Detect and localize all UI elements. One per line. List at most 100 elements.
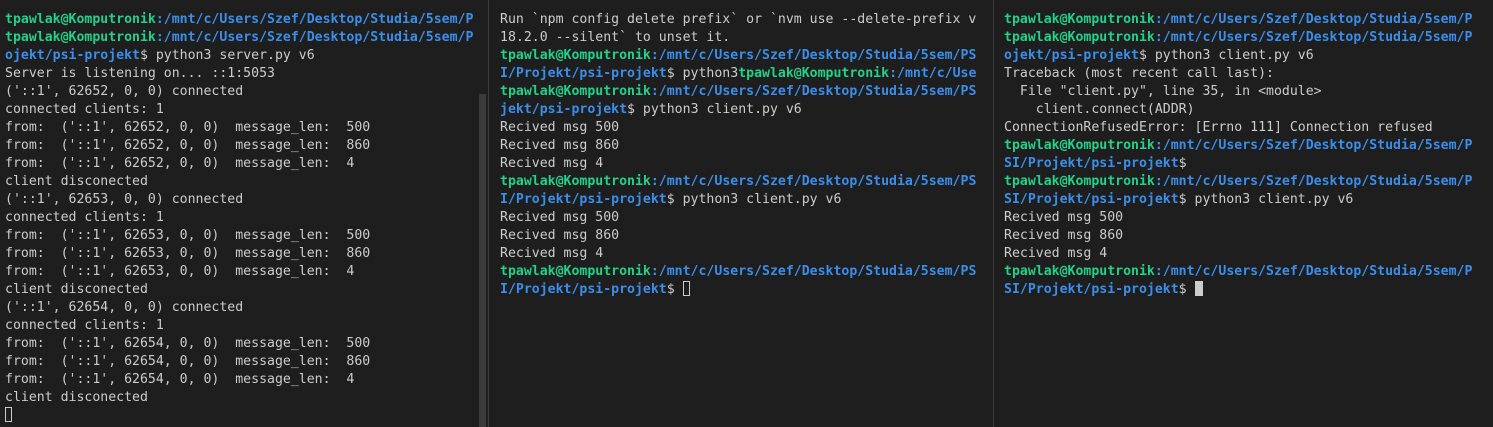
- line-text: Recived msg 4: [500, 246, 604, 261]
- prompt-user: tpawlak@Komputronik: [738, 66, 890, 81]
- line-text: ('::1', 62653, 0, 0) connected: [5, 192, 244, 207]
- text-cursor: [1194, 281, 1203, 296]
- terminal-line: Traceback (most recent call last):: [1004, 65, 1493, 83]
- line-text: Recived msg 4: [500, 156, 604, 171]
- prompt-path: :/mnt/c/Users/Szef/Desktop/Studia/5sem/P…: [650, 264, 977, 279]
- prompt-path: SI/Projekt/psi-projekt: [1004, 156, 1179, 171]
- line-text: $ python3 client.py v6: [627, 102, 802, 117]
- terminal-line: from: ('::1', 62654, 0, 0) message_len: …: [5, 353, 488, 371]
- prompt-path: :/mnt/c/Users/Szef/Desktop/Studia/5sem/P…: [650, 84, 977, 99]
- terminal-line: SI/Projekt/psi-projekt$ python3 client.p…: [1004, 191, 1493, 209]
- line-text: Recived msg 860: [500, 228, 620, 243]
- terminal-line: tpawlak@Komputronik:/mnt/c/Users/Szef/De…: [500, 173, 993, 191]
- line-text: Recived msg 860: [500, 138, 620, 153]
- terminal-line: tpawlak@Komputronik:/mnt/c/Users/Szef/De…: [1004, 173, 1493, 191]
- terminal-line: client.connect(ADDR): [1004, 101, 1493, 119]
- prompt-user: tpawlak@Komputronik: [1004, 12, 1155, 27]
- line-text: Recived msg 500: [500, 210, 620, 225]
- prompt-user: tpawlak@Komputronik: [500, 264, 651, 279]
- terminal-line: [5, 407, 488, 425]
- terminal-split-view: tpawlak@Komputronik:/mnt/c/Users/Szef/De…: [0, 0, 1493, 427]
- terminal-line: from: ('::1', 62654, 0, 0) message_len: …: [5, 371, 488, 389]
- terminal-line: Recived msg 500: [500, 209, 993, 227]
- line-text: connected clients: 1: [5, 318, 164, 333]
- terminal-pane-client-1[interactable]: Run `npm config delete prefix` or `nvm u…: [488, 0, 994, 427]
- terminal-line: connected clients: 1: [5, 317, 488, 335]
- terminal-line: Recived msg 500: [1004, 209, 1493, 227]
- scrollbar[interactable]: [479, 94, 486, 427]
- line-text: client.connect(ADDR): [1004, 102, 1195, 117]
- prompt-path: :/mnt/c/Users/Szef/Desktop/Studia/5sem/P: [1154, 264, 1473, 279]
- line-text: File "client.py", line 35, in <module>: [1004, 84, 1322, 99]
- prompt-path: :/mnt/c/Users/Szef/Desktop/Studia/5sem/P: [1154, 30, 1473, 45]
- line-text: $: [1178, 282, 1195, 297]
- terminal-line: tpawlak@Komputronik:/mnt/c/Users/Szef/De…: [5, 29, 488, 47]
- prompt-user: tpawlak@Komputronik: [500, 174, 651, 189]
- terminal-line: client disconected: [5, 173, 488, 191]
- terminal-line: ('::1', 62652, 0, 0) connected: [5, 83, 488, 101]
- line-text: client disconected: [5, 174, 148, 189]
- terminal-line: ('::1', 62653, 0, 0) connected: [5, 191, 488, 209]
- prompt-path: I/Projekt/psi-projekt: [500, 192, 667, 207]
- terminal-line: ('::1', 62654, 0, 0) connected: [5, 299, 488, 317]
- terminal-line: tpawlak@Komputronik:/mnt/c/Users/Szef/De…: [1004, 137, 1493, 155]
- line-text: $ python3: [666, 66, 739, 81]
- line-text: 18.2.0 --silent` to unset it.: [500, 30, 731, 45]
- line-text: Recived msg 4: [1004, 246, 1108, 261]
- terminal-line: tpawlak@Komputronik:/mnt/c/Users/Szef/De…: [1004, 29, 1493, 47]
- terminal-pane-client-2[interactable]: tpawlak@Komputronik:/mnt/c/Users/Szef/De…: [994, 0, 1493, 427]
- terminal-pane-server[interactable]: tpawlak@Komputronik:/mnt/c/Users/Szef/De…: [0, 0, 488, 427]
- line-text: client disconected: [5, 390, 148, 405]
- terminal-line: from: ('::1', 62653, 0, 0) message_len: …: [5, 263, 488, 281]
- prompt-path: I/Projekt/psi-projekt: [500, 66, 667, 81]
- line-text: client disconected: [5, 282, 148, 297]
- line-text: Run `npm config delete prefix` or `nvm u…: [500, 12, 977, 27]
- line-text: ('::1', 62652, 0, 0) connected: [5, 84, 244, 99]
- prompt-path: :/mnt/c/Users/Szef/Desktop/Studia/5sem/P…: [650, 48, 977, 63]
- terminal-line: Recived msg 860: [500, 137, 993, 155]
- prompt-path: SI/Projekt/psi-projekt: [1004, 282, 1179, 297]
- text-cursor: [5, 407, 12, 422]
- line-text: from: ('::1', 62654, 0, 0) message_len: …: [5, 354, 371, 369]
- line-text: Recived msg 500: [500, 120, 620, 135]
- line-text: $ python3 server.py v6: [139, 48, 315, 63]
- terminal-line: I/Projekt/psi-projekt$ python3 client.py…: [500, 191, 993, 209]
- prompt-path: :/mnt/c/Users/Szef/Desktop/Studia/5sem/P: [1154, 12, 1473, 27]
- line-text: $ python3 client.py v6: [1178, 192, 1354, 207]
- prompt-path: :/mnt/c/Users/Szef/Desktop/Studia/5sem/P…: [650, 174, 977, 189]
- terminal-line: SI/Projekt/psi-projekt$: [1004, 155, 1493, 173]
- terminal-line: tpawlak@Komputronik:/mnt/c/Users/Szef/De…: [500, 47, 993, 65]
- line-text: $ python3 client.py v6: [666, 192, 842, 207]
- line-text: Recived msg 500: [1004, 210, 1124, 225]
- terminal-line: client disconected: [5, 281, 488, 299]
- prompt-user: tpawlak@Komputronik: [5, 30, 156, 45]
- terminal-line: from: ('::1', 62652, 0, 0) message_len: …: [5, 155, 488, 173]
- line-text: from: ('::1', 62653, 0, 0) message_len: …: [5, 246, 371, 261]
- terminal-line: tpawlak@Komputronik:/mnt/c/Users/Szef/De…: [500, 83, 993, 101]
- prompt-user: tpawlak@Komputronik: [5, 12, 156, 27]
- terminal-line: connected clients: 1: [5, 209, 488, 227]
- line-text: from: ('::1', 62653, 0, 0) message_len: …: [5, 264, 355, 279]
- prompt-path: :/mnt/c/Users/Szef/Desktop/Studia/5sem/P: [1154, 174, 1473, 189]
- line-text: ('::1', 62654, 0, 0) connected: [5, 300, 244, 315]
- terminal-line: tpawlak@Komputronik:/mnt/c/Users/Szef/De…: [5, 11, 488, 29]
- prompt-path: ojekt/psi-projekt: [1004, 48, 1139, 63]
- line-text: Server is listening on... ::1:5053: [5, 66, 275, 81]
- prompt-path: :/mnt/c/Users/Szef/Desktop/Studia/5sem/P: [155, 30, 474, 45]
- line-text: from: ('::1', 62652, 0, 0) message_len: …: [5, 156, 355, 171]
- line-text: Traceback (most recent call last):: [1004, 66, 1274, 81]
- terminal-line: Run `npm config delete prefix` or `nvm u…: [500, 11, 993, 29]
- prompt-user: tpawlak@Komputronik: [1004, 174, 1155, 189]
- line-text: Recived msg 860: [1004, 228, 1124, 243]
- prompt-path: I/Projekt/psi-projekt: [500, 282, 667, 297]
- line-text: $: [1178, 156, 1187, 171]
- prompt-user: tpawlak@Komputronik: [1004, 138, 1155, 153]
- terminal-line: from: ('::1', 62652, 0, 0) message_len: …: [5, 137, 488, 155]
- prompt-user: tpawlak@Komputronik: [500, 84, 651, 99]
- line-text: $ python3 client.py v6: [1138, 48, 1314, 63]
- prompt-user: tpawlak@Komputronik: [500, 48, 651, 63]
- prompt-path: :/mnt/c/Users/Szef/Desktop/Studia/5sem/P: [155, 12, 474, 27]
- terminal-line: client disconected: [5, 389, 488, 407]
- prompt-path: SI/Projekt/psi-projekt: [1004, 192, 1179, 207]
- line-text: from: ('::1', 62653, 0, 0) message_len: …: [5, 228, 371, 243]
